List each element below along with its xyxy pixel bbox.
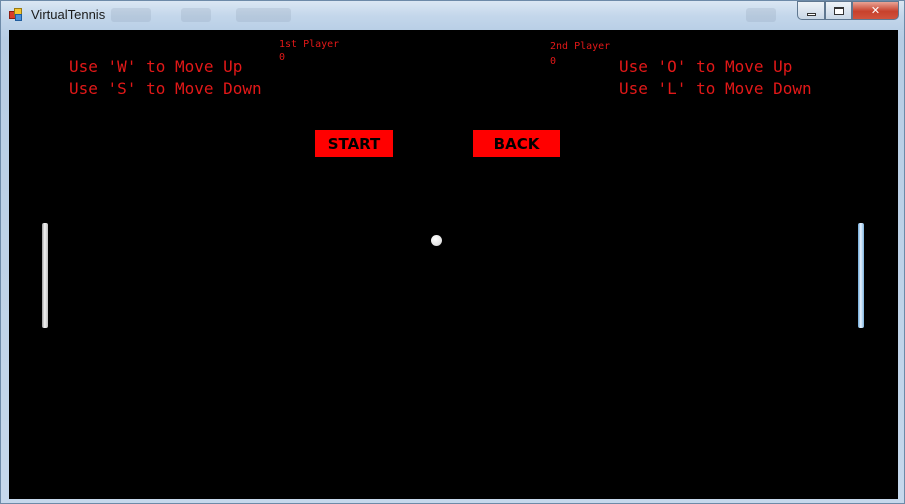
minimize-icon xyxy=(806,12,816,16)
app-window: VirtualTennis ✕ 1st Player 0 2nd Player … xyxy=(0,0,905,504)
close-icon: ✕ xyxy=(870,4,881,17)
maximize-button[interactable] xyxy=(825,1,852,20)
player2-score: 0 xyxy=(550,56,557,67)
close-button[interactable]: ✕ xyxy=(852,1,899,20)
title-bar[interactable]: VirtualTennis ✕ xyxy=(1,1,904,30)
player2-down-instruction: Use 'L' to Move Down xyxy=(619,79,812,98)
player1-paddle xyxy=(42,223,48,328)
background-blur xyxy=(111,8,151,22)
app-icon[interactable] xyxy=(9,8,23,22)
player2-label: 2nd Player xyxy=(550,41,611,52)
start-button[interactable]: START xyxy=(315,130,393,157)
player1-label: 1st Player xyxy=(279,39,340,50)
back-button[interactable]: BACK xyxy=(473,130,560,157)
background-blur xyxy=(236,8,291,22)
maximize-icon xyxy=(833,6,844,15)
ball xyxy=(431,235,442,246)
background-blur xyxy=(181,8,211,22)
background-blur xyxy=(746,8,776,22)
game-area[interactable]: 1st Player 0 2nd Player 0 Use 'W' to Mov… xyxy=(9,30,898,499)
player2-paddle xyxy=(858,223,864,328)
player1-down-instruction: Use 'S' to Move Down xyxy=(69,79,262,98)
window-title: VirtualTennis xyxy=(31,7,106,22)
player1-score: 0 xyxy=(279,52,286,63)
player2-up-instruction: Use 'O' to Move Up xyxy=(619,57,793,76)
minimize-button[interactable] xyxy=(797,1,825,20)
player1-up-instruction: Use 'W' to Move Up xyxy=(69,57,243,76)
